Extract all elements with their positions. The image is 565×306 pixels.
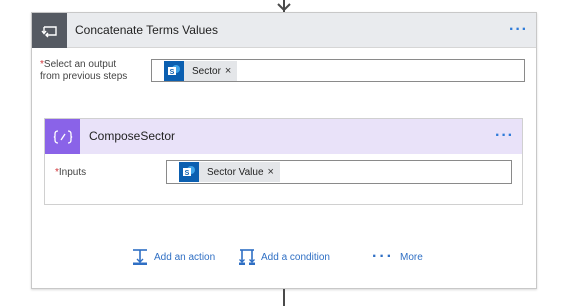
sector-token-label: Sector: [192, 65, 221, 77]
scope-more-options-button[interactable]: ···: [509, 13, 528, 48]
compose-icon: [45, 119, 80, 154]
add-action-label: Add an action: [154, 251, 216, 263]
compose-action-title: ComposeSector: [89, 129, 176, 143]
compose-action-card: ComposeSector ··· *Inputs S Sector Value: [44, 118, 523, 205]
inputs-label: Inputs: [58, 167, 87, 178]
compose-action-header[interactable]: ComposeSector ···: [45, 119, 522, 154]
sector-value-token-label: Sector Value: [207, 166, 264, 178]
scope-header[interactable]: Concatenate Terms Values ···: [32, 13, 536, 48]
sector-token[interactable]: S Sector ×: [164, 61, 238, 81]
scope-title: Concatenate Terms Values: [75, 23, 218, 37]
flow-designer-canvas: Concatenate Terms Values ··· *Select an …: [0, 0, 565, 306]
remove-sector-token-button[interactable]: ×: [225, 65, 237, 77]
sharepoint-icon: S: [179, 162, 199, 182]
more-actions-button[interactable]: ··· More: [372, 246, 423, 268]
sector-value-token[interactable]: S Sector Value ×: [179, 162, 280, 182]
output-label-line2: from previous steps: [40, 71, 128, 82]
loop-icon: [32, 13, 67, 48]
add-condition-label: Add a condition: [261, 251, 330, 263]
connector-line-bottom: [283, 289, 285, 306]
compose-inputs-field[interactable]: S Sector Value ×: [166, 160, 512, 184]
add-condition-button[interactable]: Add a condition: [238, 246, 330, 268]
output-field-label: *Select an output from previous steps: [40, 59, 127, 83]
more-dots-icon: ···: [372, 248, 394, 265]
add-condition-icon: [239, 249, 255, 265]
output-label-line1: Select an output: [43, 59, 117, 70]
arrow-down-icon: [277, 3, 291, 12]
sharepoint-icon: S: [164, 61, 184, 81]
compose-more-options-button[interactable]: ···: [495, 119, 514, 154]
svg-text:S: S: [170, 69, 175, 76]
select-output-input[interactable]: S Sector ×: [151, 59, 525, 82]
svg-text:S: S: [185, 170, 190, 177]
apply-to-each-scope: Concatenate Terms Values ··· *Select an …: [31, 12, 537, 289]
inputs-field-label: *Inputs: [55, 167, 86, 179]
add-action-button[interactable]: Add an action: [131, 246, 215, 268]
remove-sector-value-token-button[interactable]: ×: [268, 166, 280, 178]
add-action-icon: [133, 249, 147, 265]
more-label: More: [399, 251, 423, 263]
